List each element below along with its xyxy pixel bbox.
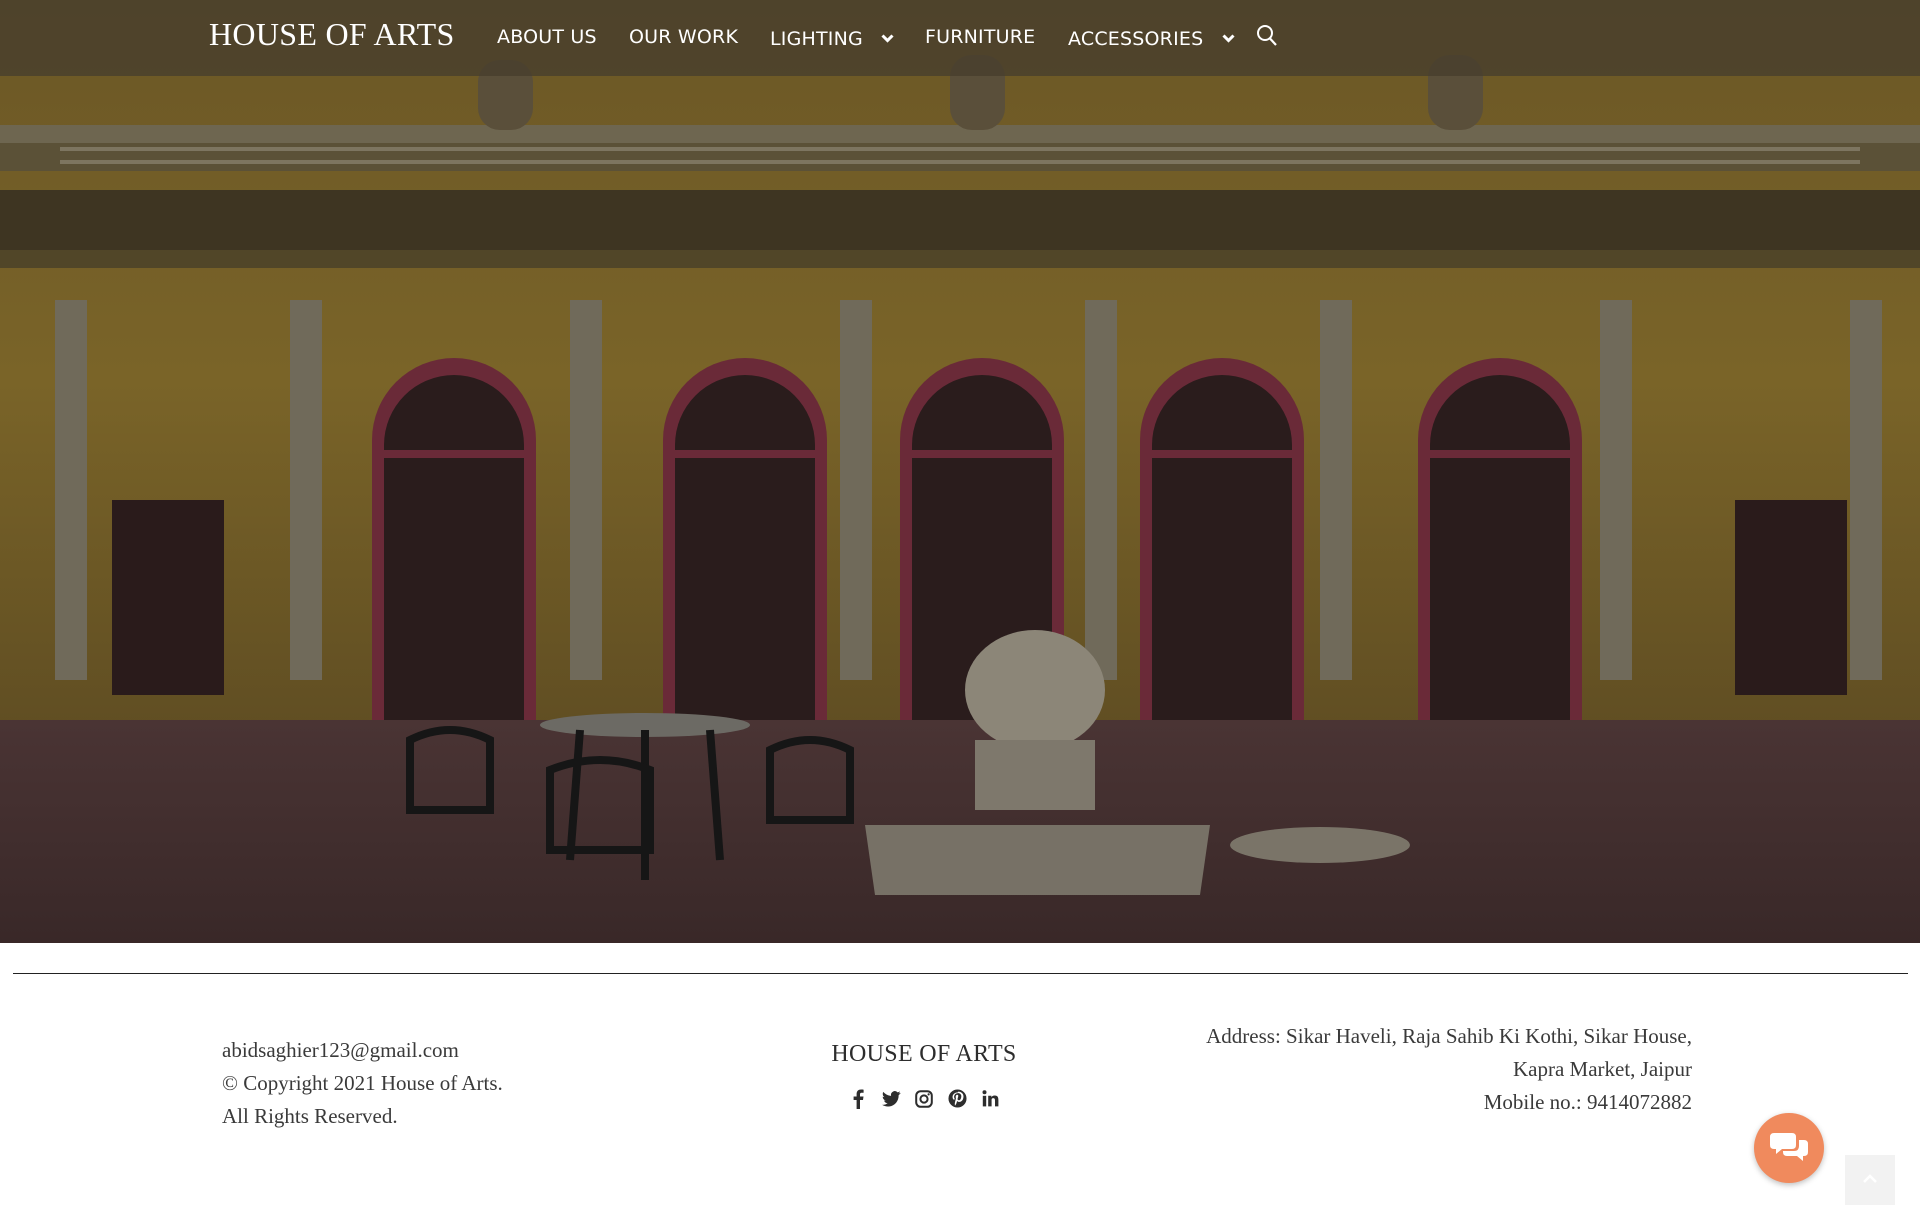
nav-accessories-label: ACCESSORIES: [1068, 28, 1204, 50]
site-logo[interactable]: HOUSE OF ARTS: [209, 16, 455, 53]
footer-divider: [13, 973, 1908, 974]
top-navbar: HOUSE OF ARTS ABOUT US OUR WORK LIGHTING…: [0, 0, 1920, 76]
nav-about-us-label: ABOUT US: [497, 26, 597, 48]
nav-accessories[interactable]: ACCESSORIES: [1068, 26, 1235, 50]
chat-icon: [1770, 1131, 1808, 1166]
footer-brand: HOUSE OF ARTS: [831, 1041, 1017, 1067]
chevron-down-icon: [881, 26, 894, 48]
social-links: [780, 1088, 1068, 1109]
twitter-icon[interactable]: [881, 1088, 901, 1109]
facebook-icon[interactable]: [849, 1088, 868, 1109]
address-line-1: Address: Sikar Haveli, Raja Sahib Ki Kot…: [1206, 1024, 1692, 1048]
address-line-2: Kapra Market, Jaipur: [1512, 1057, 1692, 1081]
footer-copyright: © Copyright 2021 House of Arts.: [222, 1071, 503, 1095]
nav-furniture-label: FURNITURE: [925, 26, 1036, 48]
nav-lighting-label: LIGHTING: [770, 28, 863, 50]
linkedin-icon[interactable]: [981, 1088, 1000, 1109]
pinterest-icon[interactable]: [947, 1088, 967, 1109]
chevron-up-icon: [1862, 1171, 1878, 1189]
footer-brand-block: HOUSE OF ARTS: [780, 1041, 1068, 1109]
scroll-to-top-button[interactable]: [1845, 1155, 1895, 1205]
chat-button[interactable]: [1754, 1113, 1824, 1183]
footer-email[interactable]: abidsaghier123@gmail.com: [222, 1034, 503, 1067]
footer-contact: abidsaghier123@gmail.com © Copyright 202…: [222, 1034, 503, 1133]
hero-image: [0, 0, 1920, 943]
search-icon[interactable]: [1256, 24, 1278, 53]
chevron-down-icon: [1222, 26, 1235, 48]
footer-rights: All Rights Reserved.: [222, 1104, 398, 1128]
footer-address: Address: Sikar Haveli, Raja Sahib Ki Kot…: [1206, 1020, 1692, 1119]
hero-banner: HOUSE OF ARTS ABOUT US OUR WORK LIGHTING…: [0, 0, 1920, 943]
nav-our-work-label: OUR WORK: [629, 26, 739, 48]
nav-lighting[interactable]: LIGHTING: [770, 26, 894, 50]
nav-about-us[interactable]: ABOUT US: [497, 26, 597, 48]
nav-our-work[interactable]: OUR WORK: [629, 26, 738, 48]
mobile-number: Mobile no.: 9414072882: [1483, 1090, 1692, 1114]
instagram-icon[interactable]: [915, 1088, 934, 1109]
nav-furniture[interactable]: FURNITURE: [925, 26, 1035, 48]
